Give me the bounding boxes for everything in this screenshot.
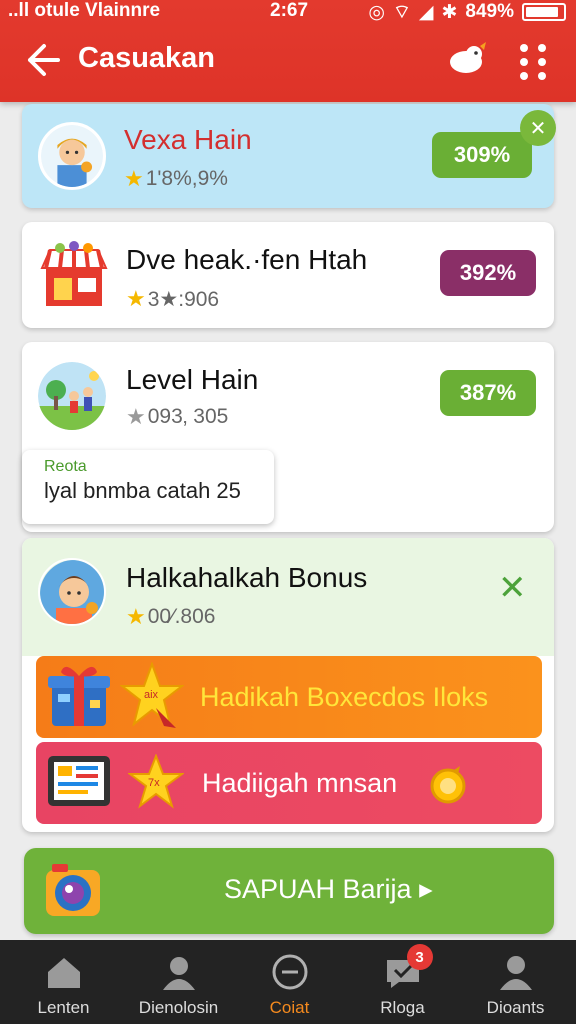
camera-icon xyxy=(46,864,100,916)
battery-icon xyxy=(522,3,566,21)
promo-banner-box[interactable]: aix Hadikah Boxecdos Iloks xyxy=(36,656,542,738)
nav-item-dioants[interactable]: Dioants xyxy=(458,940,573,1024)
nav-label: Dienolosin xyxy=(138,998,219,1017)
rating: ★ 3★:906 xyxy=(126,286,219,312)
status-icons: ◎ ⌔ ◢ ✱ 849% xyxy=(368,0,566,24)
shop-icon xyxy=(40,241,108,306)
nav-item-rloga[interactable]: 3 Rloga xyxy=(345,940,460,1024)
tooltip-text: lyal bnmba catah 25 xyxy=(44,478,241,503)
bird-icon[interactable] xyxy=(444,38,490,78)
home-icon xyxy=(47,958,80,988)
nav-label: Coiat xyxy=(269,998,310,1017)
gift-box-icon xyxy=(48,666,110,726)
card-title: Vexa Hain xyxy=(124,124,252,155)
nav-label: Rloga xyxy=(380,998,425,1017)
rating-text: 00⁄.806 xyxy=(147,605,216,628)
boy-avatar-icon xyxy=(40,560,104,624)
nav-item-lenten[interactable]: Lenten xyxy=(6,940,121,1024)
avatar xyxy=(38,362,106,430)
promo-label: Hadikah Boxecdos Iloks xyxy=(200,682,489,712)
rating: ★ 1'8%,9% xyxy=(124,166,228,192)
nav-item-coiat[interactable]: Coiat xyxy=(232,940,347,1024)
carrier-text: ..ll otule Vlainnre xyxy=(8,0,161,21)
close-icon[interactable]: ✕ xyxy=(520,110,556,146)
back-arrow-icon[interactable] xyxy=(22,40,62,80)
rating-text: 093‚ 305 xyxy=(147,405,229,428)
star-badge-text: 7x xyxy=(148,777,160,789)
rating-text: 3★:906 xyxy=(147,287,220,311)
alarm-icon: ◎ xyxy=(368,1,385,23)
chat-icon-wrap: 3 xyxy=(383,944,433,992)
person-icon xyxy=(162,957,195,990)
add-circle-icon xyxy=(272,954,307,990)
notification-badge: 3 xyxy=(406,944,433,970)
rating: ★ 093‚ 305 xyxy=(126,404,228,430)
signal-icon: ◢ xyxy=(418,1,434,23)
bottom-nav: Lenten Dienolosin Coiat 3 Rloga Dioants xyxy=(0,940,576,1024)
clock: 2:67 xyxy=(270,0,309,21)
promo-label: Hadiigah mnsan xyxy=(202,768,398,798)
park-scene-icon xyxy=(38,362,106,430)
percent-badge[interactable]: 392% xyxy=(440,250,536,296)
rating-text: 1'8%,9% xyxy=(145,167,228,190)
bonus-header[interactable]: Halkahalkah Bonus ★ 00⁄.806 ✕ xyxy=(22,538,554,656)
card-title: Level Hain xyxy=(126,364,259,395)
more-menu-icon[interactable] xyxy=(516,40,552,80)
nav-label: Lenten xyxy=(37,998,90,1017)
tooltip-label: Reota xyxy=(44,458,87,475)
tablet-icon xyxy=(48,756,110,806)
wifi-icon: ⌔ xyxy=(392,2,411,23)
percent-badge[interactable]: 309% xyxy=(432,132,532,178)
percent-badge[interactable]: 387% xyxy=(440,370,536,416)
star-icon: ★ xyxy=(126,286,146,311)
coin-icon xyxy=(430,766,466,804)
card-title: Dve heak.·fen Htah xyxy=(126,244,368,275)
status-bar: ..ll otule Vlainnre 2:67 ◎ ⌔ ◢ ✱ 849% xyxy=(0,0,576,24)
star-icon: ★ xyxy=(126,604,146,629)
battery-percent: 849% xyxy=(465,1,514,22)
cta-label: SAPUAH Barija ▸ xyxy=(224,874,433,904)
boy-avatar-icon xyxy=(41,125,103,187)
star-sticker-icon: 7x xyxy=(128,754,184,809)
page-title: Casuakan xyxy=(78,42,216,74)
close-icon[interactable]: ✕ xyxy=(498,568,527,608)
tooltip: Reota lyal bnmba catah 25 xyxy=(22,450,274,524)
star-icon: ★ xyxy=(126,404,146,429)
list-item-card[interactable]: Dve heak.·fen Htah ★ 3★:906 392% xyxy=(22,222,554,328)
nav-item-dienolosin[interactable]: Dienolosin xyxy=(121,940,236,1024)
star-badge-text: aix xyxy=(144,689,159,701)
star-icon: ★ xyxy=(124,166,144,191)
bonus-title: Halkahalkah Bonus xyxy=(126,562,368,593)
profile-icon xyxy=(499,956,532,990)
nav-label: Dioants xyxy=(486,998,545,1017)
list-item-card[interactable]: Vexa Hain ★ 1'8%,9% 309% ✕ xyxy=(22,104,556,208)
avatar xyxy=(38,558,106,626)
star-sticker-icon: aix xyxy=(120,662,184,728)
app-header: ..ll otule Vlainnre 2:67 ◎ ⌔ ◢ ✱ 849% Ca… xyxy=(0,0,576,102)
avatar xyxy=(38,122,106,190)
rating: ★ 00⁄.806 xyxy=(126,604,215,630)
promo-banner-gift[interactable]: 7x Hadiigah mnsan xyxy=(36,742,542,824)
bluetooth-icon: ✱ xyxy=(441,1,458,23)
cta-button[interactable]: SAPUAH Barija ▸ xyxy=(24,848,554,934)
bonus-panel: Halkahalkah Bonus ★ 00⁄.806 ✕ aix Hadika… xyxy=(22,538,554,832)
